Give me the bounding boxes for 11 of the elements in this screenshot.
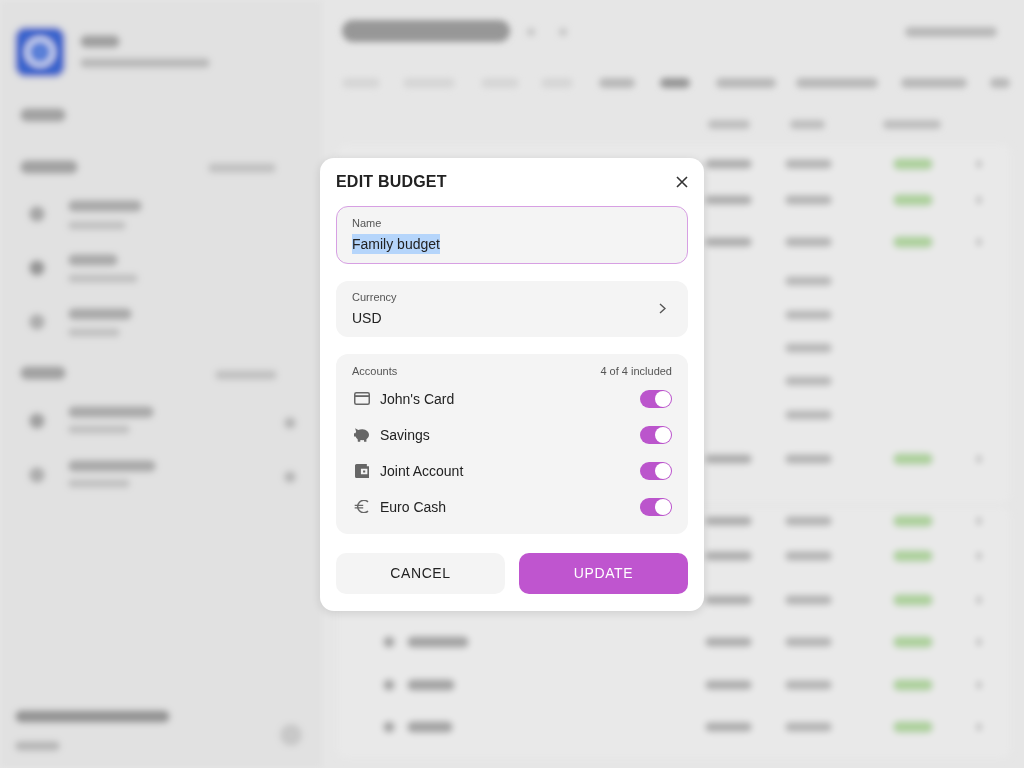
dialog-title: EDIT BUDGET xyxy=(336,172,447,191)
field-value: Family budget xyxy=(352,233,440,254)
account-name: John's Card xyxy=(380,390,455,407)
account-name: Euro Cash xyxy=(380,498,447,515)
included-count: 4 of 4 included xyxy=(600,363,672,378)
account-name: Savings xyxy=(380,426,430,443)
account-name: Joint Account xyxy=(380,462,464,479)
field-value: USD xyxy=(352,308,382,328)
field-label: Currency xyxy=(352,289,397,304)
field-label: Name xyxy=(352,215,382,230)
section-label: Accounts xyxy=(352,363,398,378)
